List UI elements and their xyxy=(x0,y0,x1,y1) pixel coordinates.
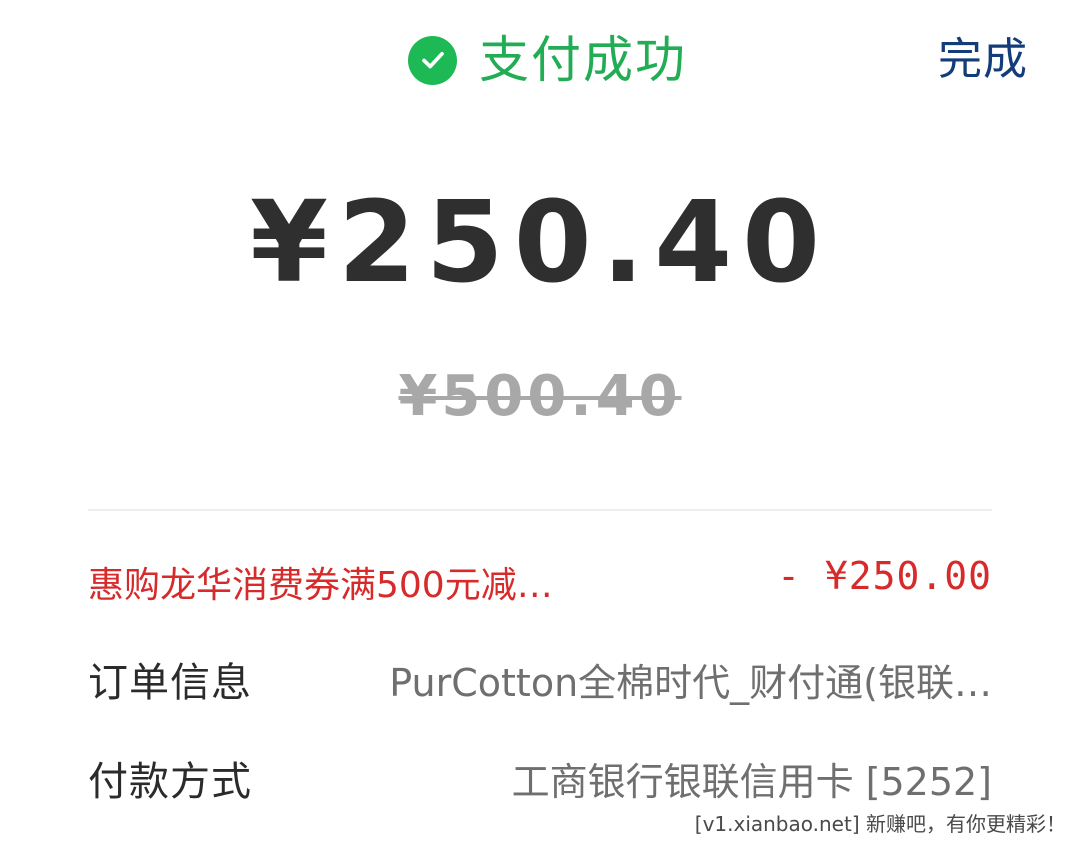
payment-method-value: 工商银行银联信用卡 [5252] xyxy=(511,760,992,804)
payment-status: 支付成功 xyxy=(408,30,687,90)
order-info-value: PurCotton全棉时代_财付通(银联… xyxy=(389,661,992,705)
watermark-text: [v1.xianbao.net] 新赚吧，有你更精彩！ xyxy=(694,812,1066,836)
payment-success-title: 支付成功 xyxy=(479,31,687,89)
original-amount: ¥500.40 xyxy=(0,362,1080,432)
result-header: 支付成功 完成 xyxy=(0,0,1080,120)
payment-method-label: 付款方式 xyxy=(88,759,252,805)
done-button[interactable]: 完成 xyxy=(938,30,1028,90)
original-amount-text: ¥500.40 xyxy=(398,364,682,429)
payment-method-row[interactable]: 付款方式 工商银行银联信用卡 [5252] xyxy=(88,747,992,817)
check-circle-icon xyxy=(408,35,457,85)
order-info-label: 订单信息 xyxy=(88,660,252,706)
paid-amount: ¥250.40 xyxy=(249,178,831,308)
coupon-label: 惠购龙华消费券满500元减… xyxy=(88,565,553,606)
order-info-row[interactable]: 订单信息 PurCotton全棉时代_财付通(银联… xyxy=(88,648,992,718)
coupon-discount-value: - ¥250.00 xyxy=(777,554,992,598)
coupon-row: 惠购龙华消费券满500元减… - ¥250.00 xyxy=(88,551,992,621)
section-divider xyxy=(88,509,992,511)
